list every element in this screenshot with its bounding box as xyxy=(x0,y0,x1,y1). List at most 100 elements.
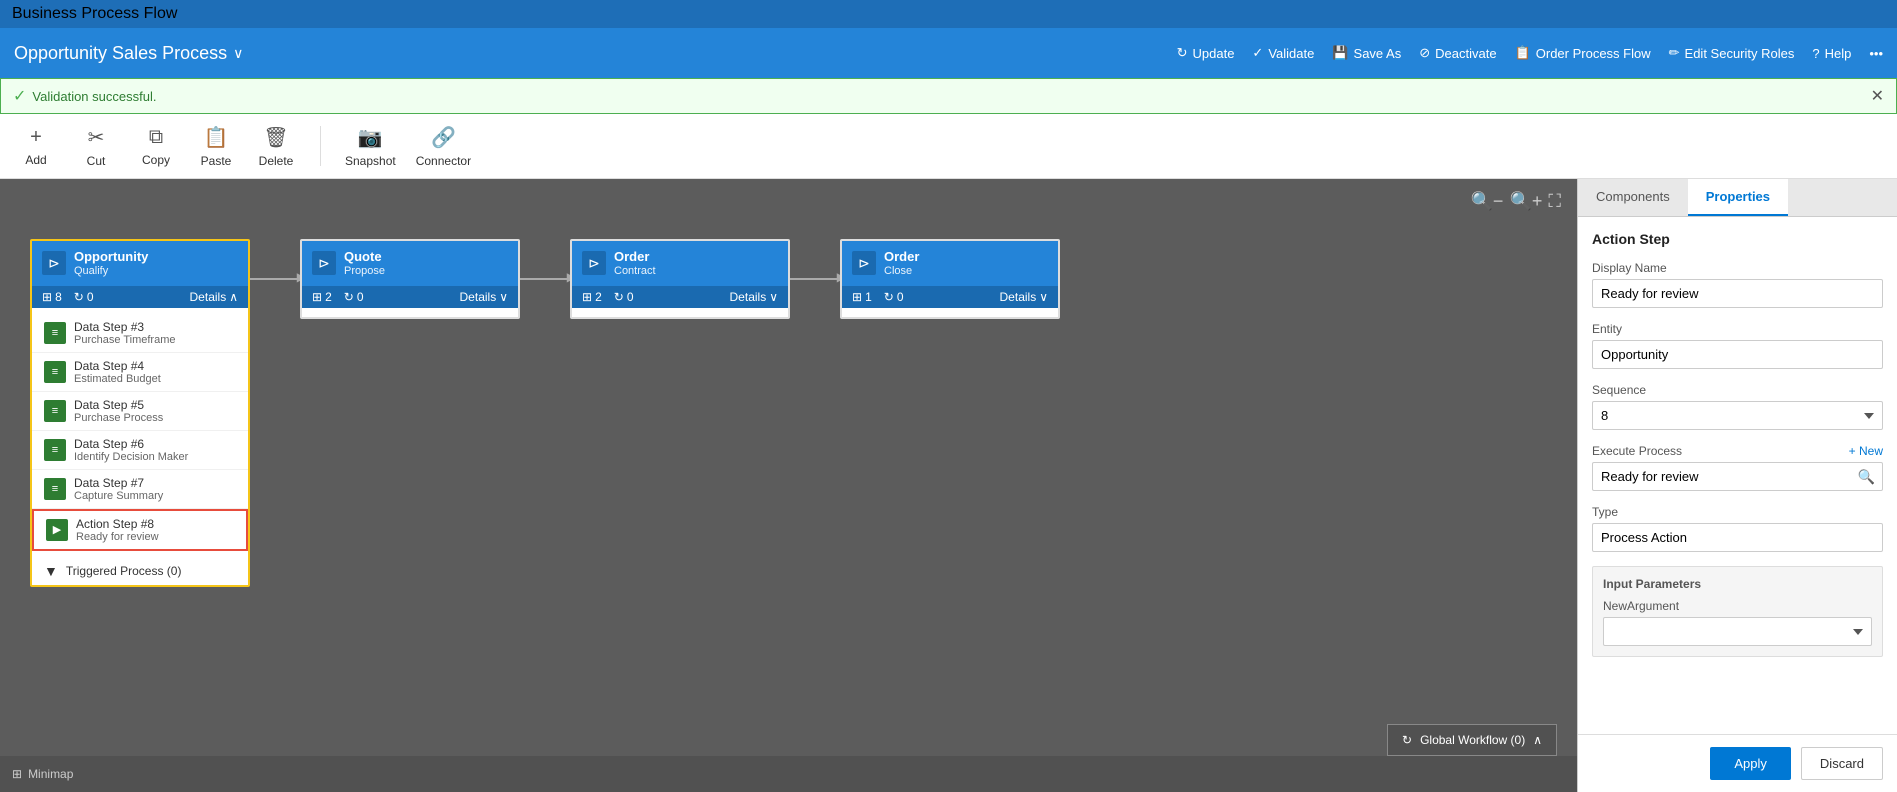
step-7-icon: ≡ xyxy=(44,478,66,500)
order-close-icon: ⊳ xyxy=(852,251,876,275)
right-panel: Components Properties Action Step Displa… xyxy=(1577,179,1897,792)
quote-step-badge: ⊞ 2 xyxy=(312,290,332,304)
order-close-header: ⊳ Order Close xyxy=(842,241,1058,286)
steps-list: ≡ Data Step #3 Purchase Timeframe ≡ Data… xyxy=(32,308,248,557)
close-details-button[interactable]: Details ∨ xyxy=(1000,290,1048,304)
quote-details-button[interactable]: Details ∨ xyxy=(460,290,508,304)
condition-badge-icon: ↻ xyxy=(74,290,84,304)
snapshot-button[interactable]: 📷 Snapshot xyxy=(345,125,396,168)
more-button[interactable]: ••• xyxy=(1869,46,1883,61)
order-condition-badge: ↻ 0 xyxy=(614,290,634,304)
close-validation-button[interactable]: ✕ xyxy=(1871,86,1884,106)
order-contract-flow-node[interactable]: ⊳ Order Contract ⊞ 2 ↻ 0 xyxy=(570,239,790,319)
step-item-4[interactable]: ≡ Data Step #4 Estimated Budget xyxy=(32,353,248,392)
minimap-icon: ⊞ xyxy=(12,767,22,781)
order-contract-icon: ⊳ xyxy=(582,251,606,275)
main-area: 🔍− 🔍+ ⛶ ⊳ Opportunity Qualify xyxy=(0,179,1897,792)
delete-button[interactable]: 🗑 Delete xyxy=(256,125,296,168)
save-icon: 💾 xyxy=(1332,45,1348,61)
global-workflow-bar[interactable]: ↻ Global Workflow (0) ∧ xyxy=(1387,724,1557,756)
input-params-title: Input Parameters xyxy=(1603,577,1872,591)
canvas: 🔍− 🔍+ ⛶ ⊳ Opportunity Qualify xyxy=(0,179,1577,792)
execute-process-label: Execute Process xyxy=(1592,444,1682,458)
connector-line-2: ▶ xyxy=(520,278,570,280)
triggered-row[interactable]: ▼ Triggered Process (0) xyxy=(32,557,248,585)
type-input[interactable] xyxy=(1592,523,1883,552)
save-as-button[interactable]: 💾 Save As xyxy=(1332,45,1401,61)
validate-button[interactable]: ✓ Validate xyxy=(1252,45,1314,61)
order-close-flow-node[interactable]: ⊳ Order Close ⊞ 1 ↻ 0 xyxy=(840,239,1060,319)
tab-properties[interactable]: Properties xyxy=(1688,179,1788,216)
minimap-button[interactable]: ⊞ Minimap xyxy=(12,767,73,781)
type-label: Type xyxy=(1592,505,1883,519)
deactivate-icon: ⊘ xyxy=(1419,45,1430,61)
deactivate-button[interactable]: ⊘ Deactivate xyxy=(1419,45,1496,61)
zoom-out-button[interactable]: 🔍− xyxy=(1471,191,1504,212)
paste-button[interactable]: 📋 Paste xyxy=(196,125,236,168)
close-condition-badge: ↻ 0 xyxy=(884,290,904,304)
display-name-input[interactable] xyxy=(1592,279,1883,308)
connector-button[interactable]: 🔗 Connector xyxy=(416,125,471,168)
new-link[interactable]: + New xyxy=(1849,444,1883,458)
order-flow-icon: 📋 xyxy=(1515,45,1531,61)
step-6-icon: ≡ xyxy=(44,439,66,461)
quote-flow-node[interactable]: ⊳ Quote Propose ⊞ 2 ↻ 0 xyxy=(300,239,520,319)
zoom-in-button[interactable]: 🔍+ xyxy=(1509,191,1542,212)
display-name-label: Display Name xyxy=(1592,261,1883,275)
copy-icon: ⧉ xyxy=(149,126,163,149)
security-icon: ✏ xyxy=(1669,45,1680,61)
opportunity-flow-node[interactable]: ⊳ Opportunity Qualify ⊞ 8 ↻ 0 xyxy=(30,239,250,587)
execute-process-input-wrap: 🔍 xyxy=(1592,462,1883,491)
execute-process-label-row: Execute Process + New xyxy=(1592,444,1883,458)
validation-text: ✓ Validation successful. xyxy=(13,86,156,106)
condition-badge: ↻ 0 xyxy=(74,290,94,304)
step-item-8[interactable]: ▶ Action Step #8 Ready for review xyxy=(32,509,248,551)
validation-bar: ✓ Validation successful. ✕ xyxy=(0,78,1897,114)
step-item-5[interactable]: ≡ Data Step #5 Purchase Process xyxy=(32,392,248,431)
order-process-flow-button[interactable]: 📋 Order Process Flow xyxy=(1515,45,1651,61)
header: Opportunity Sales Process ∨ ↻ Update ✓ V… xyxy=(0,28,1897,78)
display-name-group: Display Name xyxy=(1592,261,1883,308)
order-chevron-icon: ∨ xyxy=(769,290,778,304)
cut-button[interactable]: ✂ Cut xyxy=(76,125,116,168)
connector-line-3: ▶ xyxy=(790,278,840,280)
step-4-text: Data Step #4 Estimated Budget xyxy=(74,359,161,385)
step-3-icon: ≡ xyxy=(44,322,66,344)
entity-input[interactable] xyxy=(1592,340,1883,369)
add-icon: + xyxy=(30,126,42,149)
panel-section-title: Action Step xyxy=(1592,231,1883,247)
edit-security-roles-button[interactable]: ✏ Edit Security Roles xyxy=(1669,45,1795,61)
discard-button[interactable]: Discard xyxy=(1801,747,1883,780)
order-close-footer: ⊞ 1 ↻ 0 Details ∨ xyxy=(842,286,1058,308)
canvas-controls: 🔍− 🔍+ ⛶ xyxy=(1471,191,1561,212)
step-item-3[interactable]: ≡ Data Step #3 Purchase Timeframe xyxy=(32,314,248,353)
apply-button[interactable]: Apply xyxy=(1710,747,1791,780)
step-item-6[interactable]: ≡ Data Step #6 Identify Decision Maker xyxy=(32,431,248,470)
execute-process-input[interactable] xyxy=(1592,462,1883,491)
tab-components[interactable]: Components xyxy=(1578,179,1688,216)
close-step-icon: ⊞ xyxy=(852,290,862,304)
help-button[interactable]: ? Help xyxy=(1812,46,1851,61)
step-8-text: Action Step #8 Ready for review xyxy=(76,517,159,543)
update-button[interactable]: ↻ Update xyxy=(1177,45,1235,61)
update-icon: ↻ xyxy=(1177,45,1188,61)
fit-button[interactable]: ⛶ xyxy=(1548,191,1561,212)
process-title[interactable]: Opportunity Sales Process xyxy=(14,43,227,64)
quote-condition-badge: ↻ 0 xyxy=(344,290,364,304)
top-bar-title: Business Process Flow xyxy=(12,5,177,23)
header-left: Opportunity Sales Process ∨ xyxy=(14,43,243,64)
new-argument-select[interactable] xyxy=(1603,617,1872,646)
order-details-button[interactable]: Details ∨ xyxy=(730,290,778,304)
add-button[interactable]: + Add xyxy=(16,126,56,167)
step-8-icon: ▶ xyxy=(46,519,68,541)
chevron-down-icon[interactable]: ∨ xyxy=(233,45,243,62)
order-close-title: Order Close xyxy=(884,249,919,278)
details-button[interactable]: Details ∧ xyxy=(190,290,238,304)
copy-button[interactable]: ⧉ Copy xyxy=(136,126,176,167)
step-item-7[interactable]: ≡ Data Step #7 Capture Summary xyxy=(32,470,248,509)
quote-step-icon: ⊞ xyxy=(312,290,322,304)
panel-tabs: Components Properties xyxy=(1578,179,1897,217)
sequence-select[interactable]: 8 xyxy=(1592,401,1883,430)
header-actions: ↻ Update ✓ Validate 💾 Save As ⊘ Deactiva… xyxy=(1177,45,1883,61)
snapshot-icon: 📷 xyxy=(358,125,383,150)
